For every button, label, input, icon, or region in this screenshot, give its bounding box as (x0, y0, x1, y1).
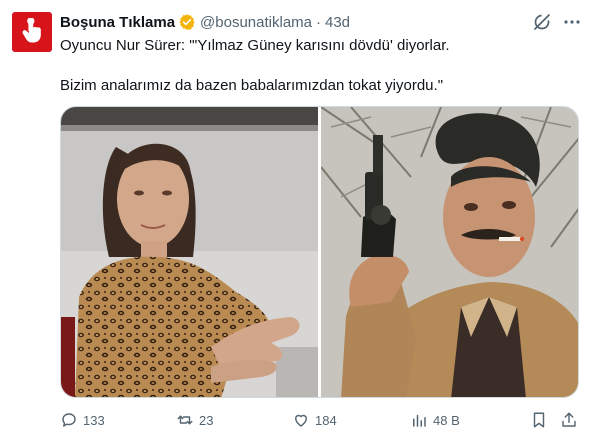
tweet-card[interactable]: Boşuna Tıklama @bosunatiklama · 43d Oyun… (0, 0, 596, 439)
like-count: 184 (315, 412, 337, 428)
like-button[interactable]: 184 (292, 410, 337, 430)
share-button[interactable] (560, 410, 578, 430)
tweet-header: Boşuna Tıklama @bosunatiklama · 43d (60, 12, 350, 32)
timestamp[interactable]: 43d (325, 14, 350, 31)
woman-in-leopard-print-top-photo[interactable] (61, 107, 318, 397)
share-icon (560, 411, 578, 429)
bookmark-button[interactable] (530, 410, 548, 430)
bookmark-icon (530, 411, 548, 429)
reply-icon (60, 411, 78, 429)
avatar[interactable] (12, 12, 52, 52)
repost-button[interactable]: 23 (176, 410, 213, 430)
repost-icon (176, 411, 194, 429)
man-with-revolver-and-cigarette-photo[interactable] (321, 107, 578, 397)
reply-count: 133 (83, 412, 105, 428)
action-bar: 133 23 184 48 B (60, 410, 580, 430)
repost-count: 23 (199, 412, 214, 428)
reply-button[interactable]: 133 (60, 410, 105, 430)
analytics-icon (410, 411, 428, 429)
verified-badge-icon (178, 13, 196, 31)
hand-pointer-icon (22, 18, 41, 43)
views-count: 48 B (433, 412, 460, 428)
views-button[interactable]: 48 B (410, 410, 460, 430)
author-name[interactable]: Boşuna Tıklama (60, 14, 175, 31)
grok-icon[interactable] (532, 12, 552, 32)
tweet-text-line-1: Oyuncu Nur Sürer: "'Yılmaz Güney karısın… (60, 37, 450, 54)
heart-icon (292, 411, 310, 429)
separator-dot: · (316, 13, 321, 31)
media-grid (60, 106, 579, 398)
tweet-text-line-2: Bizim analarımız da bazen babalarımızdan… (60, 77, 444, 94)
more-options-icon[interactable] (562, 12, 582, 32)
author-handle[interactable]: @bosunatiklama (200, 14, 312, 31)
